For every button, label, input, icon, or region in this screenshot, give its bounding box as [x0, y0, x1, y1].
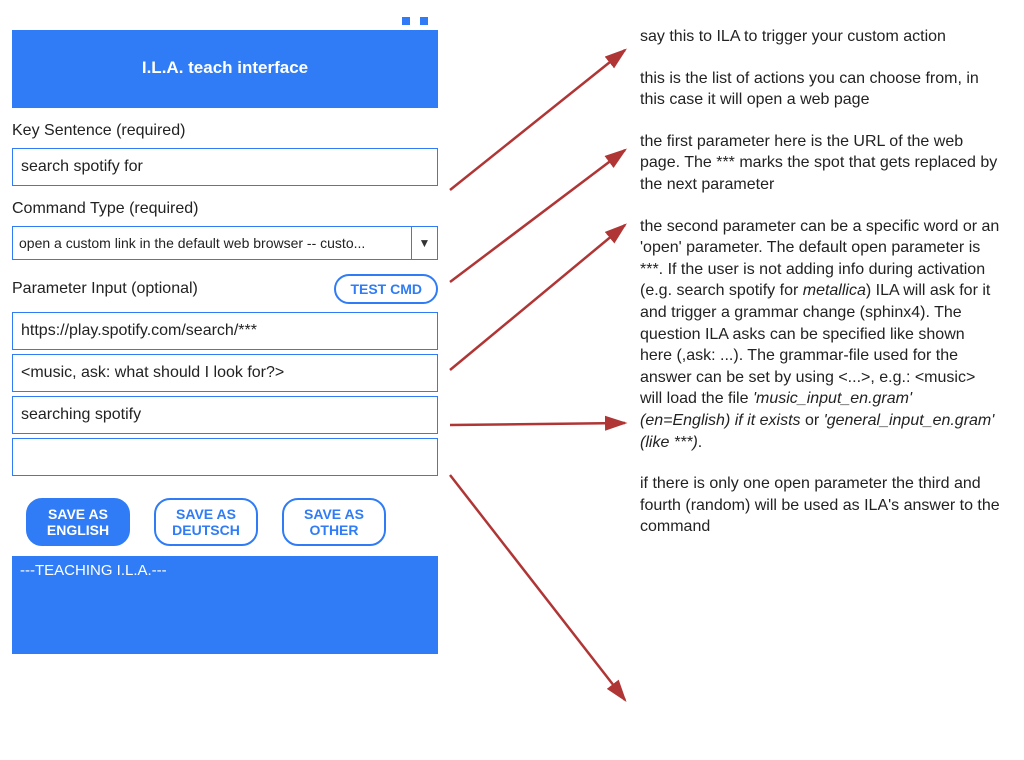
window-dot — [420, 17, 428, 25]
save-english-button[interactable]: SAVE ASENGLISH — [26, 498, 130, 546]
panel-header: I.L.A. teach interface — [12, 30, 438, 108]
log-panel: ---TEACHING I.L.A.--- — [12, 556, 438, 654]
parameter-stack — [12, 312, 438, 480]
param-1-input[interactable] — [12, 312, 438, 350]
panel-title: I.L.A. teach interface — [142, 58, 308, 77]
command-type-combo[interactable]: ▼ — [12, 226, 438, 260]
annotation-3: the first parameter here is the URL of t… — [640, 131, 1000, 196]
annotation-5: if there is only one open parameter the … — [640, 473, 1000, 538]
param-3-input[interactable] — [12, 396, 438, 434]
label-param-input: Parameter Input (optional) — [12, 280, 198, 298]
param-4-input[interactable] — [12, 438, 438, 476]
annotation-4: the second parameter can be a specific w… — [640, 216, 1000, 454]
key-sentence-input[interactable] — [12, 148, 438, 186]
window-decorations — [12, 12, 438, 26]
param-2-input[interactable] — [12, 354, 438, 392]
combo-dropdown-button[interactable]: ▼ — [411, 227, 437, 259]
save-deutsch-button[interactable]: SAVE ASDEUTSCH — [154, 498, 258, 546]
save-button-row: SAVE ASENGLISH SAVE ASDEUTSCH SAVE ASOTH… — [12, 498, 438, 546]
save-other-button[interactable]: SAVE ASOTHER — [282, 498, 386, 546]
log-text: ---TEACHING I.L.A.--- — [20, 562, 167, 579]
label-key-sentence: Key Sentence (required) — [12, 122, 438, 140]
annotation-1: say this to ILA to trigger your custom a… — [640, 26, 1000, 48]
command-type-value[interactable] — [13, 227, 411, 259]
chevron-down-icon: ▼ — [419, 236, 431, 250]
annotation-2: this is the list of actions you can choo… — [640, 68, 1000, 111]
test-cmd-button[interactable]: TEST CMD — [334, 274, 438, 304]
teach-interface-panel: I.L.A. teach interface Key Sentence (req… — [12, 12, 438, 654]
annotations-column: say this to ILA to trigger your custom a… — [640, 26, 1000, 558]
window-dot — [402, 17, 410, 25]
label-command-type: Command Type (required) — [12, 200, 438, 218]
